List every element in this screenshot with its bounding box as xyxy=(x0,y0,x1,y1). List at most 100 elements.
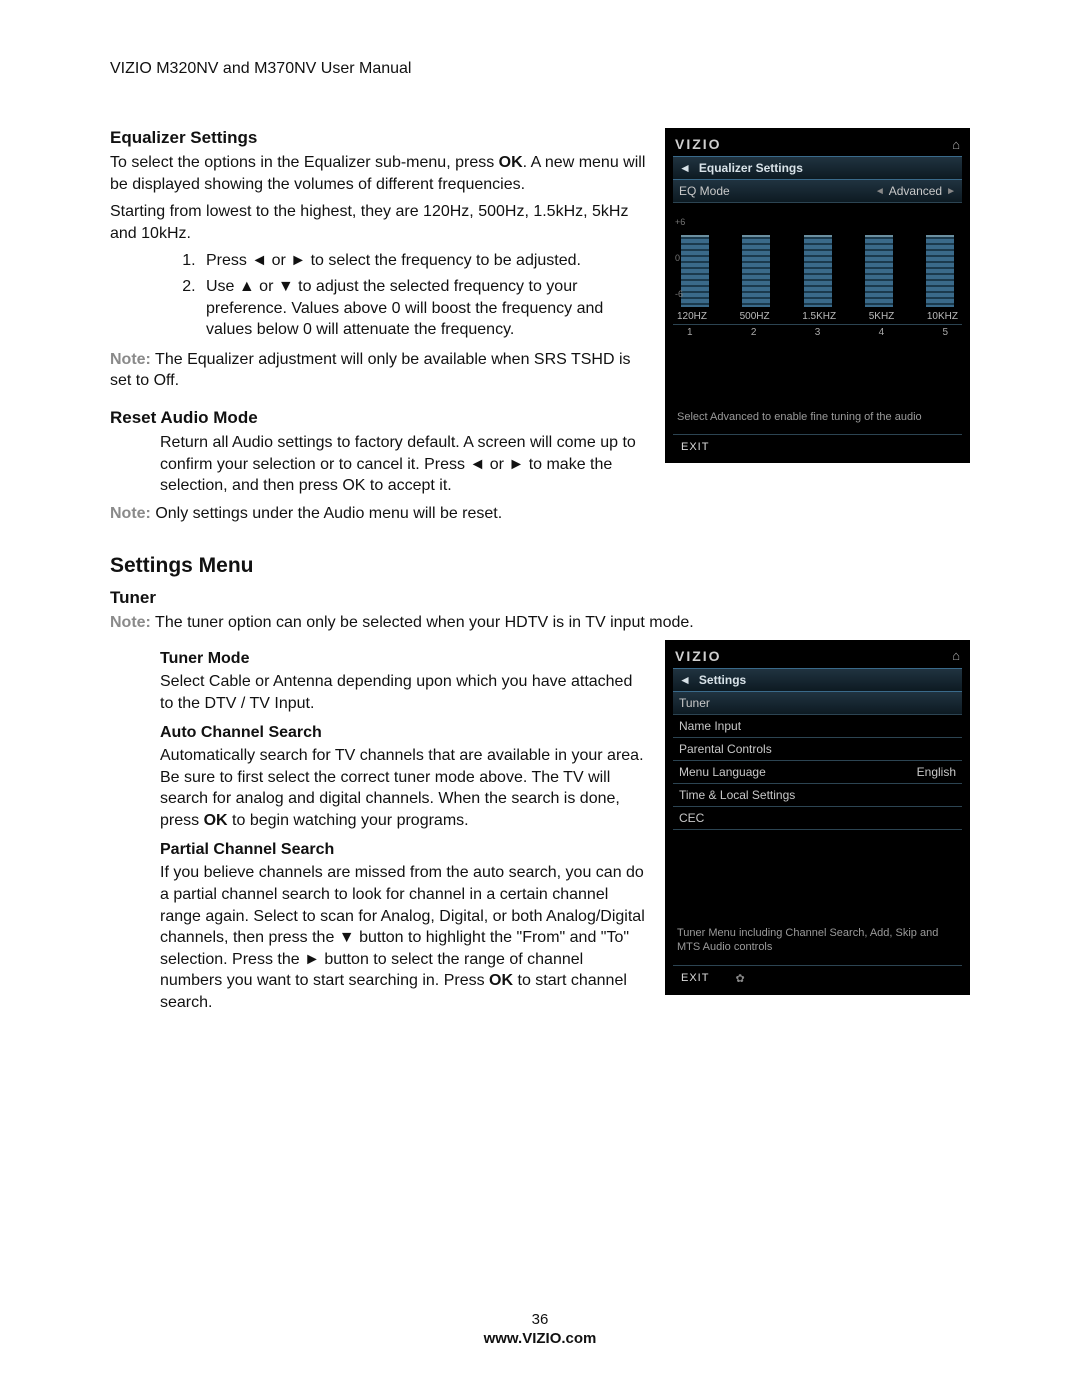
osd-settings: VIZIO ⌂ ◄ Settings Tuner Name Input xyxy=(665,640,970,995)
eq-p1-ok: OK xyxy=(499,154,523,171)
osd1-title-row[interactable]: ◄ Equalizer Settings xyxy=(673,156,962,180)
settings-item-label: Parental Controls xyxy=(679,742,956,756)
eq-freq-3: 1.5KHZ xyxy=(802,311,836,322)
home-icon[interactable]: ⌂ xyxy=(952,137,960,152)
eq-scale: +6 0 -6 xyxy=(675,217,685,299)
eq-num-2: 2 xyxy=(751,327,757,338)
right-arrow-icon[interactable]: ► xyxy=(946,186,956,197)
reset-body: Return all Audio settings to factory def… xyxy=(110,432,647,497)
back-icon[interactable]: ◄ xyxy=(679,161,691,175)
eq-num-1: 1 xyxy=(687,327,693,338)
eq-p1: To select the options in the Equalizer s… xyxy=(110,152,647,195)
note-label: Note: xyxy=(110,614,151,631)
eq-step-2: Use ▲ or ▼ to adjust the selected freque… xyxy=(200,276,647,341)
eq-freq-2: 500HZ xyxy=(740,311,770,322)
settings-item-label: Menu Language xyxy=(679,765,917,779)
settings-osd-column: VIZIO ⌂ ◄ Settings Tuner Name Input xyxy=(665,640,970,1020)
osd2-title-row[interactable]: ◄ Settings xyxy=(673,668,962,692)
tuner-note: Note: The tuner option can only be selec… xyxy=(110,612,970,634)
eq-freq-1: 120HZ xyxy=(677,311,707,322)
eq-freq-labels: 120HZ 500HZ 1.5KHZ 5KHZ 10KHZ xyxy=(673,309,962,325)
vizio-logo: VIZIO xyxy=(675,648,722,664)
settings-item-tuner[interactable]: Tuner xyxy=(673,692,962,715)
left-arrow-icon[interactable]: ◄ xyxy=(875,186,885,197)
eq-index-labels: 1 2 3 4 5 xyxy=(673,325,962,344)
exit-button[interactable]: EXIT xyxy=(681,972,709,984)
eq-bar-5[interactable] xyxy=(926,235,954,307)
eq-scale-lo: -6 xyxy=(675,289,685,299)
partial-search-body-a: If you believe channels are missed from … xyxy=(160,864,645,989)
reset-note-text: Only settings under the Audio menu will … xyxy=(151,505,502,522)
home-icon[interactable]: ⌂ xyxy=(952,648,960,663)
upper-block: Equalizer Settings To select the options… xyxy=(110,128,970,530)
tuner-note-text: The tuner option can only be selected wh… xyxy=(151,614,694,631)
eq-heading: Equalizer Settings xyxy=(110,128,647,148)
eq-scale-hi: +6 xyxy=(675,217,685,227)
eq-bar-4[interactable] xyxy=(865,235,893,307)
settings-item-menu-language[interactable]: Menu Language English xyxy=(673,761,962,784)
osd1-hint: Select Advanced to enable fine tuning of… xyxy=(673,404,962,434)
lower-block: Tuner Mode Select Cable or Antenna depen… xyxy=(110,640,970,1020)
note-label: Note: xyxy=(110,351,151,368)
osd1-title: Equalizer Settings xyxy=(699,161,803,175)
partial-search-body: If you believe channels are missed from … xyxy=(160,862,647,1013)
eq-note-text: The Equalizer adjustment will only be av… xyxy=(110,351,631,390)
eq-text-column: Equalizer Settings To select the options… xyxy=(110,128,647,530)
eq-num-5: 5 xyxy=(942,327,948,338)
eq-freq-4: 5KHZ xyxy=(869,311,895,322)
eq-mode-row[interactable]: EQ Mode ◄ Advanced ► xyxy=(673,180,962,203)
eq-mode-value: Advanced xyxy=(889,184,942,198)
osd2-brand-row: VIZIO ⌂ xyxy=(673,646,962,668)
settings-item-time-local[interactable]: Time & Local Settings xyxy=(673,784,962,807)
eq-mode-label: EQ Mode xyxy=(679,184,875,198)
tuner-text-column: Tuner Mode Select Cable or Antenna depen… xyxy=(110,640,647,1020)
osd2-title: Settings xyxy=(699,673,746,687)
reset-heading: Reset Audio Mode xyxy=(110,408,647,428)
settings-menu-heading: Settings Menu xyxy=(110,554,970,578)
reset-note: Note: Only settings under the Audio menu… xyxy=(110,503,647,525)
settings-item-value: English xyxy=(917,765,956,779)
eq-bar-2[interactable] xyxy=(742,235,770,307)
osd2-exit-row: EXIT ✿ xyxy=(673,965,962,985)
osd2-hint: Tuner Menu including Channel Search, Add… xyxy=(673,920,962,965)
eq-scale-mid: 0 xyxy=(675,253,685,263)
osd1-brand-row: VIZIO ⌂ xyxy=(673,134,962,156)
osd1-exit-row: EXIT xyxy=(673,434,962,453)
tuner-mode-body: Select Cable or Antenna depending upon w… xyxy=(160,671,647,714)
settings-item-label: Name Input xyxy=(679,719,956,733)
note-label: Note: xyxy=(110,505,151,522)
tuner-mode-heading: Tuner Mode xyxy=(160,650,647,668)
settings-item-cec[interactable]: CEC xyxy=(673,807,962,830)
eq-osd-column: VIZIO ⌂ ◄ Equalizer Settings EQ Mode ◄ A… xyxy=(665,128,970,530)
auto-search-body: Automatically search for TV channels tha… xyxy=(160,745,647,831)
partial-search-ok: OK xyxy=(489,972,513,989)
settings-list: Tuner Name Input Parental Controls Menu … xyxy=(673,692,962,830)
osd-equalizer: VIZIO ⌂ ◄ Equalizer Settings EQ Mode ◄ A… xyxy=(665,128,970,463)
eq-steps: Press ◄ or ► to select the frequency to … xyxy=(110,250,647,340)
eq-note: Note: The Equalizer adjustment will only… xyxy=(110,349,647,392)
auto-search-body-c: to begin watching your programs. xyxy=(228,812,469,829)
vizio-logo: VIZIO xyxy=(675,136,722,152)
via-icon[interactable]: ✿ xyxy=(735,972,745,985)
settings-item-label: CEC xyxy=(679,811,956,825)
eq-p2: Starting from lowest to the highest, the… xyxy=(110,201,647,244)
eq-num-4: 4 xyxy=(879,327,885,338)
back-icon[interactable]: ◄ xyxy=(679,673,691,687)
partial-search-heading: Partial Channel Search xyxy=(160,841,647,859)
settings-item-label: Time & Local Settings xyxy=(679,788,956,802)
page-number: 36 xyxy=(0,1311,1080,1328)
settings-item-parental-controls[interactable]: Parental Controls xyxy=(673,738,962,761)
auto-search-heading: Auto Channel Search xyxy=(160,724,647,742)
exit-button[interactable]: EXIT xyxy=(681,441,709,453)
eq-step-1: Press ◄ or ► to select the frequency to … xyxy=(200,250,647,272)
auto-search-ok: OK xyxy=(204,812,228,829)
doc-title: VIZIO M320NV and M370NV User Manual xyxy=(110,60,970,78)
eq-freq-5: 10KHZ xyxy=(927,311,958,322)
footer-url: www.VIZIO.com xyxy=(0,1330,1080,1347)
eq-bar-3[interactable] xyxy=(804,235,832,307)
settings-item-label: Tuner xyxy=(679,696,956,710)
settings-item-name-input[interactable]: Name Input xyxy=(673,715,962,738)
page-footer: 36 www.VIZIO.com xyxy=(0,1311,1080,1347)
eq-p1a: To select the options in the Equalizer s… xyxy=(110,154,499,171)
eq-bars[interactable]: +6 0 -6 xyxy=(673,207,962,307)
